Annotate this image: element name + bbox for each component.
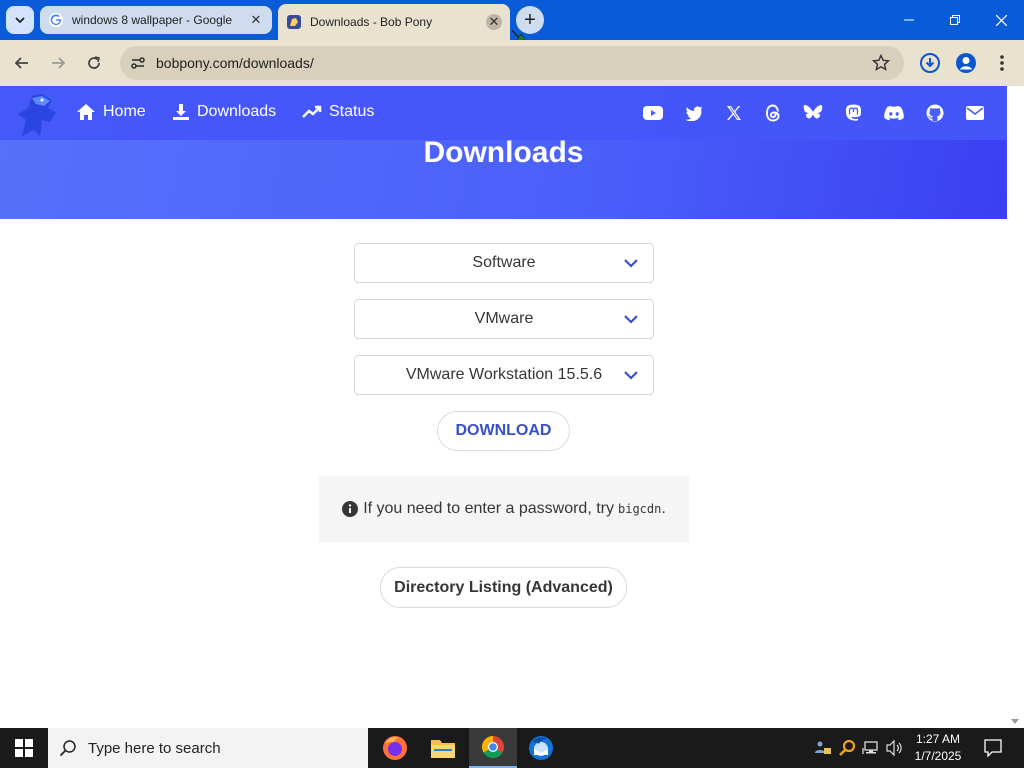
nav-home-label: Home	[103, 103, 146, 120]
trending-up-icon	[302, 105, 322, 118]
windows-taskbar: Type here to search 1:27 AM 1/7/2025	[0, 728, 1024, 768]
password-code: bigcdn	[618, 502, 662, 516]
search-placeholder: Type here to search	[88, 739, 221, 757]
address-bar[interactable]: bobpony.com/downloads/	[120, 46, 904, 80]
page-scrollbar[interactable]	[1007, 86, 1024, 728]
category-select[interactable]: Software	[354, 243, 654, 283]
chevron-down-icon	[15, 17, 25, 24]
browser-toolbar: bobpony.com/downloads/	[0, 40, 1024, 86]
more-vertical-icon	[1000, 55, 1004, 71]
bluesky-icon[interactable]	[803, 103, 823, 123]
notice-text: If you need to enter a password, try	[363, 500, 614, 517]
close-icon[interactable]: ✕	[486, 14, 502, 30]
taskbar-search-box[interactable]: Type here to search	[48, 728, 368, 768]
google-icon	[48, 12, 64, 28]
volume-icon[interactable]	[885, 738, 905, 758]
x-icon[interactable]	[724, 103, 744, 123]
tab-title: windows 8 wallpaper - Google	[72, 13, 233, 27]
back-button[interactable]	[7, 48, 37, 78]
url-text[interactable]: bobpony.com/downloads/	[156, 55, 314, 71]
nav-status-link[interactable]: Status	[302, 103, 374, 121]
star-icon[interactable]	[872, 54, 890, 72]
search-key-icon[interactable]	[837, 738, 857, 758]
downloads-button[interactable]	[917, 50, 943, 76]
network-icon[interactable]	[861, 738, 881, 758]
firefox-taskbar-button[interactable]	[371, 728, 419, 768]
bob-pony-logo-icon[interactable]	[12, 90, 62, 140]
notification-icon	[984, 739, 1002, 757]
chevron-down-icon	[624, 315, 638, 324]
clock-time: 1:27 AM	[915, 732, 961, 746]
close-window-button[interactable]	[978, 0, 1024, 40]
web-page: Home Downloads Status Downloads Software…	[0, 86, 1007, 728]
notice-suffix: .	[661, 500, 666, 517]
tab-downloads[interactable]: Downloads - Bob Pony ✕	[278, 4, 510, 40]
forward-button[interactable]	[43, 48, 73, 78]
arrow-left-icon	[14, 57, 28, 69]
vendor-select-value: VMware	[474, 310, 534, 327]
thunderbird-taskbar-button[interactable]	[517, 728, 565, 768]
chrome-icon	[482, 736, 504, 758]
chevron-down-icon	[624, 259, 638, 268]
file-explorer-taskbar-button[interactable]	[419, 728, 467, 768]
site-navbar: Home Downloads Status	[0, 86, 1007, 140]
restore-icon	[950, 15, 960, 25]
reload-button[interactable]	[79, 48, 109, 78]
bob-pony-favicon-icon	[286, 14, 302, 30]
discord-icon[interactable]	[884, 103, 904, 123]
vendor-select[interactable]: VMware	[354, 299, 654, 339]
system-clock[interactable]: 1:27 AM 1/7/2025	[906, 731, 970, 765]
minimize-icon	[904, 19, 914, 21]
info-icon	[342, 501, 359, 517]
reload-icon	[88, 56, 100, 69]
minimize-button[interactable]	[886, 0, 932, 40]
youtube-icon[interactable]	[643, 103, 663, 123]
directory-listing-button[interactable]: Directory Listing (Advanced)	[380, 567, 627, 608]
mastodon-icon[interactable]	[843, 103, 863, 123]
product-select[interactable]: VMware Workstation 15.5.6	[354, 355, 654, 395]
password-notice: If you need to enter a password, try big…	[319, 476, 689, 542]
download-icon	[173, 104, 189, 120]
nav-downloads-label: Downloads	[197, 103, 277, 120]
chrome-taskbar-button[interactable]	[469, 728, 517, 768]
thunderbird-icon	[529, 736, 553, 760]
account-icon	[956, 53, 976, 73]
close-icon[interactable]: ✕	[248, 12, 264, 28]
menu-button[interactable]	[989, 50, 1015, 76]
restore-button[interactable]	[932, 0, 978, 40]
mail-icon[interactable]	[965, 103, 985, 123]
clock-date: 1/7/2025	[914, 749, 962, 763]
github-icon[interactable]	[925, 103, 945, 123]
threads-icon[interactable]	[763, 103, 783, 123]
home-icon	[77, 104, 95, 120]
nav-downloads-link[interactable]: Downloads	[172, 103, 276, 121]
download-icon	[920, 53, 940, 73]
nav-status-label: Status	[329, 103, 375, 120]
scroll-down-arrow-icon[interactable]	[1011, 719, 1019, 724]
site-info-icon[interactable]	[120, 46, 156, 80]
search-icon	[48, 739, 88, 757]
tab-title: Downloads - Bob Pony	[310, 15, 433, 29]
browser-titlebar: windows 8 wallpaper - Google ✕ Downloads…	[0, 0, 1024, 54]
profile-button[interactable]	[953, 50, 979, 76]
file-explorer-icon	[431, 740, 455, 758]
tab-search-button[interactable]	[6, 6, 34, 34]
firefox-icon	[383, 736, 407, 760]
tab-google[interactable]: windows 8 wallpaper - Google ✕	[40, 6, 272, 34]
network-people-icon[interactable]	[813, 738, 833, 758]
windows-logo-icon	[15, 739, 33, 757]
twitter-icon[interactable]	[684, 103, 704, 123]
arrow-right-icon	[52, 57, 66, 69]
close-icon	[995, 14, 1007, 26]
action-center-button[interactable]	[978, 728, 1008, 768]
download-button[interactable]: DOWNLOAD	[437, 411, 570, 451]
product-select-value: VMware Workstation 15.5.6	[405, 366, 603, 383]
start-button[interactable]	[0, 728, 48, 768]
nav-home-link[interactable]: Home	[76, 103, 146, 121]
page-title: Downloads	[423, 136, 584, 169]
chevron-down-icon	[624, 371, 638, 380]
category-select-value: Software	[472, 254, 536, 271]
